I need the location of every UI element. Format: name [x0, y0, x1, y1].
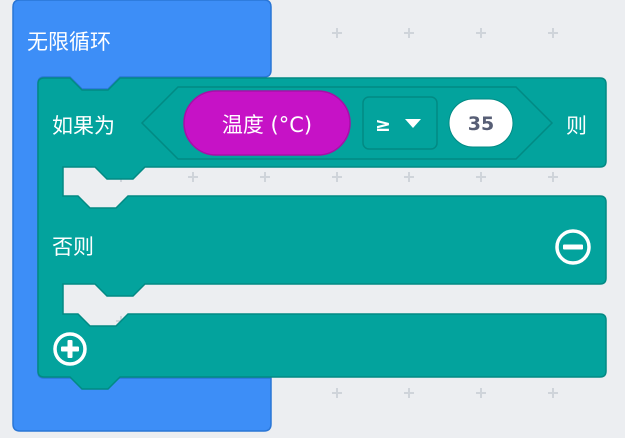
- then-label: 则: [566, 114, 587, 138]
- temperature-reporter-label: 温度 (°C): [222, 113, 312, 137]
- operator-value: ≥: [375, 114, 391, 136]
- operator-dropdown[interactable]: ≥: [362, 96, 438, 150]
- if-else-block[interactable]: 如果为 温度 (°C) ≥ 35 则 否则: [37, 77, 607, 390]
- forever-block-label: 无限循环: [27, 30, 111, 54]
- else-label: 否则: [52, 235, 94, 259]
- threshold-value: 35: [468, 113, 494, 135]
- if-label: 如果为: [52, 114, 115, 138]
- temperature-reporter[interactable]: 温度 (°C): [183, 90, 351, 156]
- blocks-workspace[interactable]: 无限循环 如果为 温度 (°C) ≥ 35 则 否则: [0, 0, 625, 438]
- plus-circle-icon[interactable]: [53, 332, 87, 366]
- threshold-input[interactable]: 35: [448, 98, 514, 148]
- minus-circle-icon[interactable]: [555, 229, 591, 265]
